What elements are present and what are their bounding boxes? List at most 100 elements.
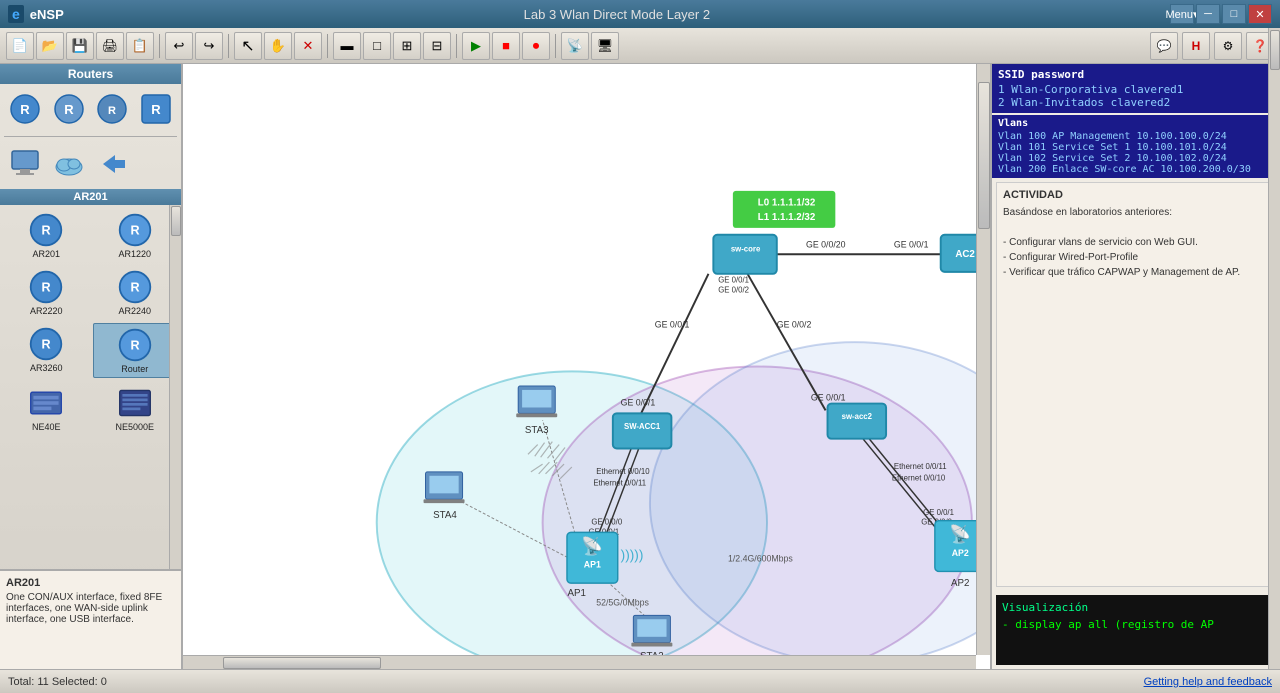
device-ar2220[interactable]: R AR2220 bbox=[4, 266, 89, 319]
restore-button[interactable]: □ bbox=[1222, 4, 1246, 24]
settings-button[interactable]: ⚙ bbox=[1214, 32, 1242, 60]
select-button[interactable]: ↖ bbox=[234, 32, 262, 60]
app-logo: e bbox=[8, 5, 24, 23]
minimize-button[interactable]: ─ bbox=[1196, 4, 1220, 24]
menu-button[interactable]: Menu▾ bbox=[1170, 4, 1194, 24]
huawei-button[interactable]: H bbox=[1182, 32, 1210, 60]
toolbar-sep-4 bbox=[456, 34, 457, 58]
ssid-row-2: 2 Wlan-Invitados clavered2 bbox=[998, 96, 1274, 109]
start-button[interactable]: ▶ bbox=[462, 32, 490, 60]
vertical-thumb[interactable] bbox=[978, 82, 990, 230]
toolbar-sep-3 bbox=[327, 34, 328, 58]
extra-device-grid bbox=[0, 139, 181, 189]
titlebar-controls: Menu▾ ─ □ ✕ bbox=[1170, 4, 1272, 24]
record-button[interactable]: ⏺ bbox=[522, 32, 550, 60]
ar201-label: AR201 bbox=[32, 249, 60, 259]
arrow-icon bbox=[94, 146, 130, 182]
device-ar1220[interactable]: R AR1220 bbox=[93, 209, 178, 262]
svg-text:GE 0/0/1: GE 0/0/1 bbox=[923, 508, 954, 517]
device-router[interactable]: R Router bbox=[93, 323, 178, 378]
svg-text:1/2.4G/600Mbps: 1/2.4G/600Mbps bbox=[728, 554, 793, 564]
actividad-title: ACTIVIDAD bbox=[1003, 189, 1269, 201]
statusbar: Total: 11 Selected: 0 Getting help and f… bbox=[0, 669, 1280, 693]
copy-button[interactable]: 📋 bbox=[126, 32, 154, 60]
toolbar: 📄 📂 💾 🖨 📋 ↩ ↪ ↖ ✋ ✕ ▬ □ ⊞ ⊟ ▶ ■ ⏺ 📡 🖥 💬 … bbox=[0, 28, 1280, 64]
close-button[interactable]: ✕ bbox=[1248, 4, 1272, 24]
help-link[interactable]: Getting help and feedback bbox=[1144, 676, 1272, 688]
vlan-box: Vlans Vlan 100 AP Management 10.100.100.… bbox=[992, 115, 1280, 178]
svg-text:R: R bbox=[130, 339, 139, 353]
print-button[interactable]: 🖨 bbox=[96, 32, 124, 60]
actividad-text: Basándose en laboratorios anteriores: - … bbox=[1003, 205, 1269, 280]
svg-text:AC2: AC2 bbox=[955, 249, 975, 260]
device-ne40e[interactable]: NE40E bbox=[4, 382, 89, 435]
svg-text:GE 0/0/2: GE 0/0/2 bbox=[777, 319, 812, 329]
ar-device-grid: R AR201 R AR1220 bbox=[0, 205, 181, 439]
horizontal-scrollbar[interactable] bbox=[183, 655, 976, 669]
device-ne5000e[interactable]: NE5000E bbox=[93, 382, 178, 435]
svg-text:R: R bbox=[42, 281, 51, 295]
link-button[interactable]: ⊟ bbox=[423, 32, 451, 60]
ssid-header: SSID password bbox=[998, 68, 1274, 81]
pan-button[interactable]: ✋ bbox=[264, 32, 292, 60]
new-button[interactable]: 📄 bbox=[6, 32, 34, 60]
device-scroll-area[interactable]: R AR201 R AR1220 bbox=[0, 205, 181, 569]
config-button[interactable]: 📡 bbox=[561, 32, 589, 60]
redo-button[interactable]: ↪ bbox=[195, 32, 223, 60]
right-panel-scrollbar[interactable] bbox=[1268, 64, 1280, 669]
monitor-button[interactable]: 🖥 bbox=[591, 32, 619, 60]
vlans-header: Vlans bbox=[998, 118, 1274, 129]
canvas-area[interactable]: L0 1.1.1.1/32 L1 1.1.1.2/32 GE 0/0/20 GE… bbox=[183, 64, 990, 669]
stop-button[interactable]: ■ bbox=[492, 32, 520, 60]
panel-sep-1 bbox=[4, 136, 177, 137]
device-cloud-router[interactable]: R bbox=[48, 88, 90, 130]
save-button[interactable]: 💾 bbox=[66, 32, 94, 60]
device-ar201[interactable]: R AR201 bbox=[4, 209, 89, 262]
svg-text:Ethernet 0/0/11: Ethernet 0/0/11 bbox=[894, 462, 947, 471]
device-arrow[interactable] bbox=[92, 143, 134, 185]
right-panel: SSID password 1 Wlan-Corporativa clavere… bbox=[990, 64, 1280, 669]
left-panel: Routers R R bbox=[0, 64, 183, 669]
undo-button[interactable]: ↩ bbox=[165, 32, 193, 60]
device-pc[interactable] bbox=[4, 143, 46, 185]
ne5000e-label: NE5000E bbox=[115, 422, 154, 432]
vertical-scrollbar[interactable] bbox=[976, 64, 990, 655]
svg-text:R: R bbox=[130, 224, 139, 238]
svg-text:R: R bbox=[42, 224, 51, 238]
ar2220-icon: R bbox=[28, 269, 64, 305]
info-box: AR201 One CON/AUX interface, fixed 8FE i… bbox=[0, 569, 181, 669]
visualizacion-text: - display ap all (registro de AP bbox=[1002, 618, 1270, 631]
actividad-box: ACTIVIDAD Basándose en laboratorios ante… bbox=[996, 182, 1276, 587]
device-cloud[interactable] bbox=[48, 143, 90, 185]
ne40e-label: NE40E bbox=[32, 422, 61, 432]
routers-title: Routers bbox=[0, 64, 181, 84]
ne5000e-icon bbox=[117, 385, 153, 421]
svg-text:📡: 📡 bbox=[949, 522, 971, 544]
right-panel-thumb[interactable] bbox=[1270, 64, 1280, 70]
network-diagram: L0 1.1.1.1/32 L1 1.1.1.2/32 GE 0/0/20 GE… bbox=[183, 64, 990, 669]
ne40e-icon bbox=[28, 385, 64, 421]
svg-text:GE 0/0/1: GE 0/0/1 bbox=[655, 319, 690, 329]
square-button[interactable]: □ bbox=[363, 32, 391, 60]
ar3260-icon: R bbox=[28, 326, 64, 362]
device-global[interactable]: R bbox=[4, 88, 46, 130]
device-flag-router[interactable]: R bbox=[135, 88, 177, 130]
rect-button[interactable]: ▬ bbox=[333, 32, 361, 60]
chat-button[interactable]: 💬 bbox=[1150, 32, 1178, 60]
scroll-thumb[interactable] bbox=[171, 206, 181, 236]
ssid-row-1: 1 Wlan-Corporativa clavered1 bbox=[998, 83, 1274, 96]
svg-text:R: R bbox=[151, 102, 161, 117]
device-ar3260[interactable]: R AR3260 bbox=[4, 323, 89, 378]
add-device-button[interactable]: ⊞ bbox=[393, 32, 421, 60]
scroll-indicator[interactable] bbox=[169, 205, 181, 569]
svg-text:GE 0/0/0: GE 0/0/0 bbox=[591, 518, 622, 527]
device-wifi-router[interactable]: R bbox=[92, 88, 134, 130]
horizontal-thumb[interactable] bbox=[223, 657, 382, 669]
vlan-row-3: Vlan 102 Service Set 2 10.100.102.0/24 bbox=[998, 153, 1274, 164]
delete-button[interactable]: ✕ bbox=[294, 32, 322, 60]
device-ar2240[interactable]: R AR2240 bbox=[93, 266, 178, 319]
svg-text:GE 0/0/2: GE 0/0/2 bbox=[718, 285, 749, 294]
svg-text:Ethernet 0/0/10: Ethernet 0/0/10 bbox=[892, 474, 946, 483]
svg-text:sw-acc2: sw-acc2 bbox=[842, 412, 873, 421]
open-button[interactable]: 📂 bbox=[36, 32, 64, 60]
